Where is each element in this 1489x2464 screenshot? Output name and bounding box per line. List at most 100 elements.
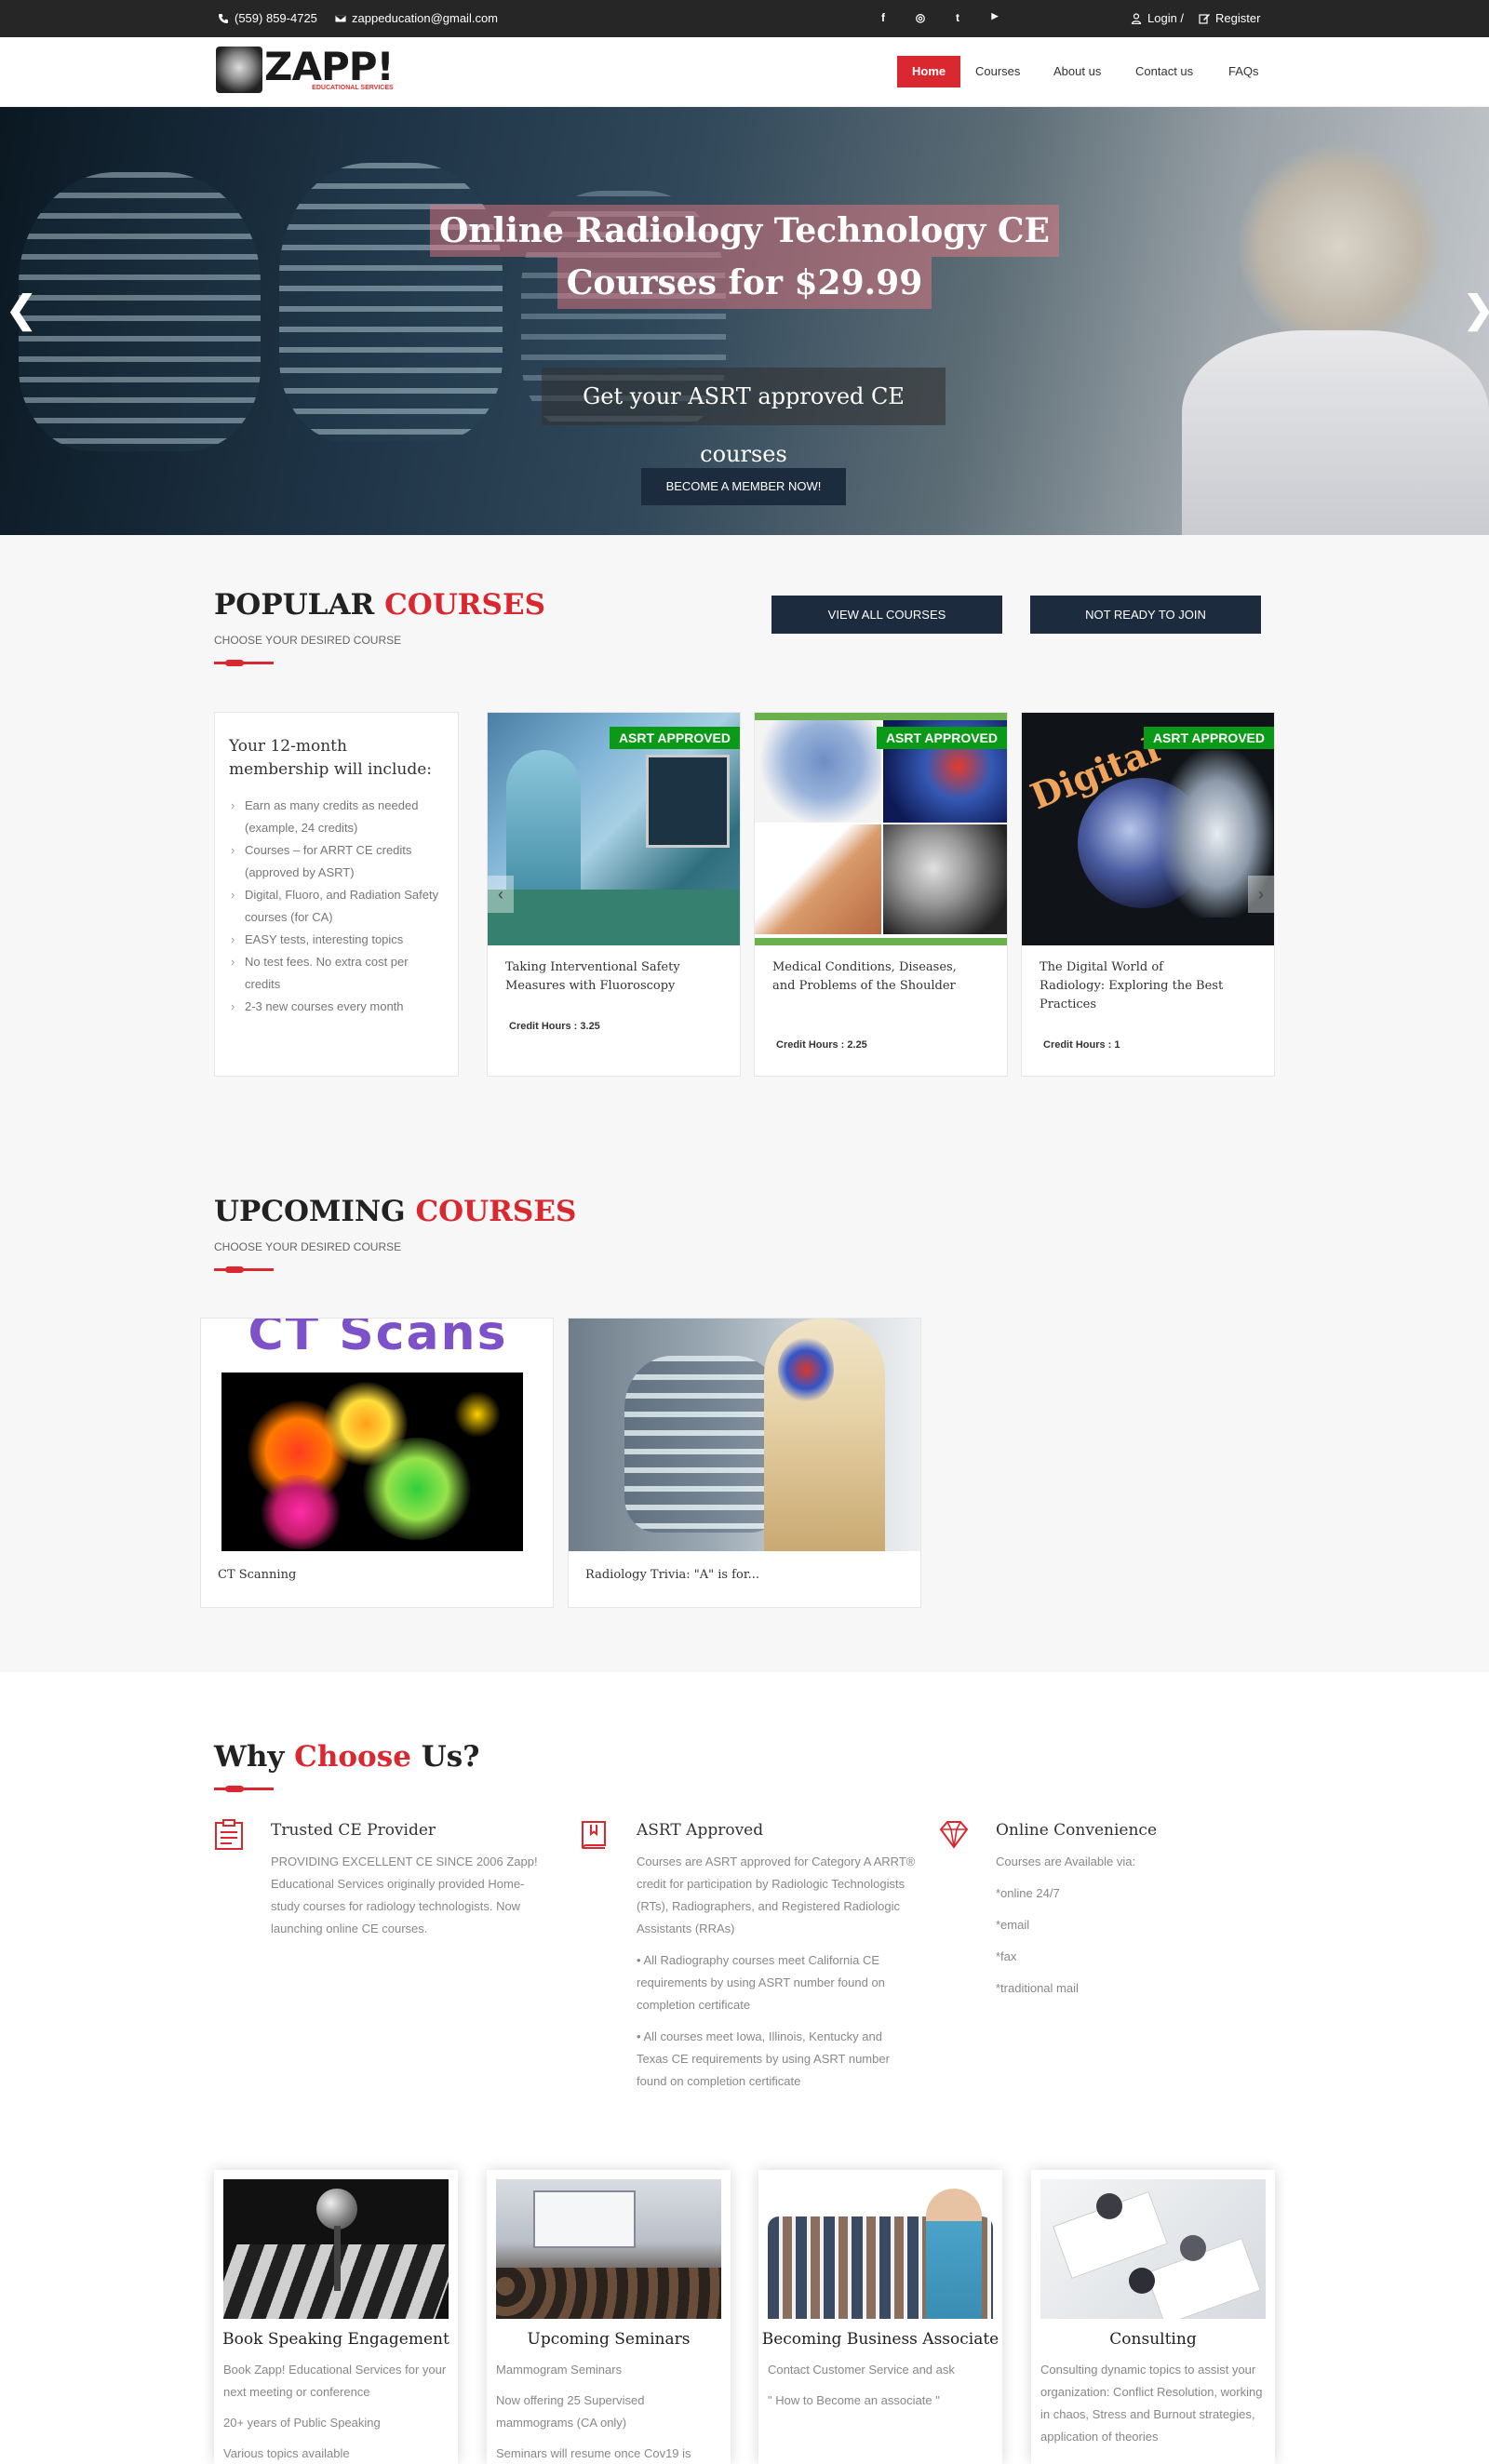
nav-contact[interactable]: Contact us xyxy=(1120,56,1208,87)
carousel-next-icon[interactable]: › xyxy=(1248,876,1274,913)
feature-body: Courses are ASRT approved for Category A… xyxy=(637,1851,916,2102)
feature-paragraph: Courses are Available via: xyxy=(996,1855,1136,1868)
service-card-consulting[interactable]: Consulting Consulting dynamic topics to … xyxy=(1031,2170,1275,2464)
image-border xyxy=(755,713,1007,720)
anatomy-color-figure xyxy=(778,1337,834,1402)
top-bar: (559) 859-4725 zappeducation@gmail.com f… xyxy=(0,0,1489,37)
title-underline xyxy=(214,1786,274,1792)
upcoming-course-card[interactable]: CT Scans CT Scanning xyxy=(200,1318,554,1608)
envelope-icon xyxy=(335,14,346,22)
nav-courses[interactable]: Courses xyxy=(960,56,1035,87)
service-card-speaking[interactable]: Book Speaking Engagement Book Zapp! Educ… xyxy=(214,2170,458,2464)
service-title[interactable]: Upcoming Seminars xyxy=(487,2330,731,2349)
course-image: ASRT APPROVED xyxy=(755,713,1007,945)
image-border xyxy=(755,938,1007,945)
feature-paragraph: *fax xyxy=(996,1949,1017,1963)
course-title[interactable]: Medical Conditions, Diseases, and Proble… xyxy=(772,958,959,996)
list-item: Courses – for ARRT CE credits (approved … xyxy=(229,839,447,884)
feature-body: Courses are Available via: *online 24/7 … xyxy=(996,1851,1266,2009)
course-title[interactable]: CT Scanning xyxy=(218,1568,296,1582)
main-navigation: ZAPP! EDUCATIONAL SERVICES Home Courses … xyxy=(0,37,1489,107)
list-item: 2-3 new courses every month xyxy=(229,996,447,1018)
upcoming-title-b: COURSES xyxy=(415,1195,577,1228)
chest-xray-figure xyxy=(624,1356,783,1533)
carousel-prev-icon[interactable]: ‹ xyxy=(488,876,514,913)
course-image xyxy=(569,1319,920,1551)
feature-body: PROVIDING EXCELLENT CE SINCE 2006 Zapp! … xyxy=(271,1851,550,1949)
nav-about[interactable]: About us xyxy=(1039,56,1116,87)
service-paragraph: Consulting dynamic topics to assist your… xyxy=(1040,2363,1263,2444)
service-paragraph: Now offering 25 Supervised mammograms (C… xyxy=(496,2393,645,2430)
shoulder-pain-photo xyxy=(755,720,881,823)
upcoming-courses-title: UPCOMING COURSES xyxy=(214,1195,576,1228)
view-all-courses-button[interactable]: VIEW ALL COURSES xyxy=(771,596,1002,634)
list-item: Digital, Fluoro, and Radiation Safety co… xyxy=(229,884,447,929)
login-label: Login / xyxy=(1147,11,1185,25)
microphone-head xyxy=(316,2189,357,2230)
surgical-drape xyxy=(488,890,740,945)
service-paragraph: Seminars will resume once Cov19 is xyxy=(496,2446,691,2460)
service-card-seminars[interactable]: Upcoming Seminars Mammogram Seminars Now… xyxy=(487,2170,731,2464)
service-paragraph: Various topics available xyxy=(223,2446,350,2460)
slider-next-icon[interactable]: ❯ xyxy=(1463,288,1489,331)
phone-icon xyxy=(219,13,228,23)
site-logo[interactable]: ZAPP! EDUCATIONAL SERVICES xyxy=(216,44,395,93)
course-image: Digital ASRT APPROVED › xyxy=(1022,713,1274,945)
course-card[interactable]: ASRT APPROVED ‹ Taking Interventional Sa… xyxy=(487,712,741,1077)
login-link[interactable]: Login / xyxy=(1131,11,1184,25)
title-underline xyxy=(214,660,274,666)
twitter-icon[interactable]: t xyxy=(950,11,965,24)
service-title[interactable]: Becoming Business Associate xyxy=(758,2330,1002,2349)
feature-title: ASRT Approved xyxy=(637,1821,764,1840)
service-title[interactable]: Consulting xyxy=(1031,2330,1275,2349)
feature-trusted-provider: Trusted CE Provider PROVIDING EXCELLENT … xyxy=(214,1819,549,1968)
email-contact[interactable]: zappeducation@gmail.com xyxy=(335,11,498,25)
course-title[interactable]: Radiology Trivia: "A" is for... xyxy=(585,1568,759,1582)
slider-prev-icon[interactable]: ❮ xyxy=(6,288,37,331)
hero-title-line2: Courses for $29.99 xyxy=(557,257,932,309)
register-link[interactable]: Register xyxy=(1199,11,1260,25)
feature-paragraph: Courses are ASRT approved for Category A… xyxy=(637,1855,916,1935)
register-label: Register xyxy=(1215,11,1261,25)
color-blob xyxy=(454,1391,501,1438)
title-underline xyxy=(214,1266,274,1273)
doctor-coat xyxy=(1182,330,1489,535)
logo-wordmark: ZAPP! xyxy=(264,44,395,89)
facebook-icon[interactable]: f xyxy=(876,11,891,24)
why-title-a: Why xyxy=(214,1740,295,1774)
nav-home[interactable]: Home xyxy=(897,56,961,87)
youtube-icon[interactable]: ▶ xyxy=(987,11,1002,21)
phone-contact[interactable]: (559) 859-4725 xyxy=(218,11,317,25)
consulting-image xyxy=(1040,2179,1266,2319)
xray-logo-icon xyxy=(216,47,262,93)
asrt-approved-badge: ASRT APPROVED xyxy=(609,727,740,749)
shoulder-xray-photo xyxy=(883,824,1007,934)
course-title[interactable]: The Digital World of Radiology: Explorin… xyxy=(1040,958,1226,1014)
service-title[interactable]: Book Speaking Engagement xyxy=(214,2330,458,2349)
nav-faqs[interactable]: FAQs xyxy=(1214,56,1274,87)
feature-paragraph: *traditional mail xyxy=(996,1981,1079,1995)
service-card-associate[interactable]: Becoming Business Associate Contact Cust… xyxy=(758,2170,1002,2464)
course-title[interactable]: Taking Interventional Safety Measures wi… xyxy=(505,958,691,996)
course-card[interactable]: Digital ASRT APPROVED › The Digital Worl… xyxy=(1021,712,1275,1077)
upcoming-course-card[interactable]: Radiology Trivia: "A" is for... xyxy=(568,1318,921,1608)
hero-subtitle: Get your ASRT approved CE courses xyxy=(542,368,946,467)
not-ready-to-join-button[interactable]: NOT READY TO JOIN xyxy=(1030,596,1261,634)
instagram-icon[interactable]: ◎ xyxy=(913,11,928,24)
ct-art-frame xyxy=(221,1373,523,1551)
popular-title-b: COURSES xyxy=(384,588,545,622)
list-item: No test fees. No extra cost per credits xyxy=(229,951,447,996)
color-blob xyxy=(361,1438,473,1540)
person-figure xyxy=(1129,2268,1155,2294)
credit-hours: Credit Hours : 1 xyxy=(1043,1039,1120,1051)
service-text: Book Zapp! Educational Services for your… xyxy=(223,2359,450,2464)
color-blob xyxy=(259,1475,342,1549)
user-icon xyxy=(1131,12,1142,24)
course-card[interactable]: ASRT APPROVED Medical Conditions, Diseas… xyxy=(754,712,1008,1077)
feature-paragraph: *email xyxy=(996,1918,1030,1932)
become-member-button[interactable]: BECOME A MEMBER NOW! xyxy=(641,468,846,505)
membership-title: Your 12-month membership will include: xyxy=(229,737,432,779)
seminar-image xyxy=(496,2179,721,2319)
list-item: EASY tests, interesting topics xyxy=(229,929,447,951)
upcoming-courses-subtitle: CHOOSE YOUR DESIRED COURSE xyxy=(214,1240,402,1253)
